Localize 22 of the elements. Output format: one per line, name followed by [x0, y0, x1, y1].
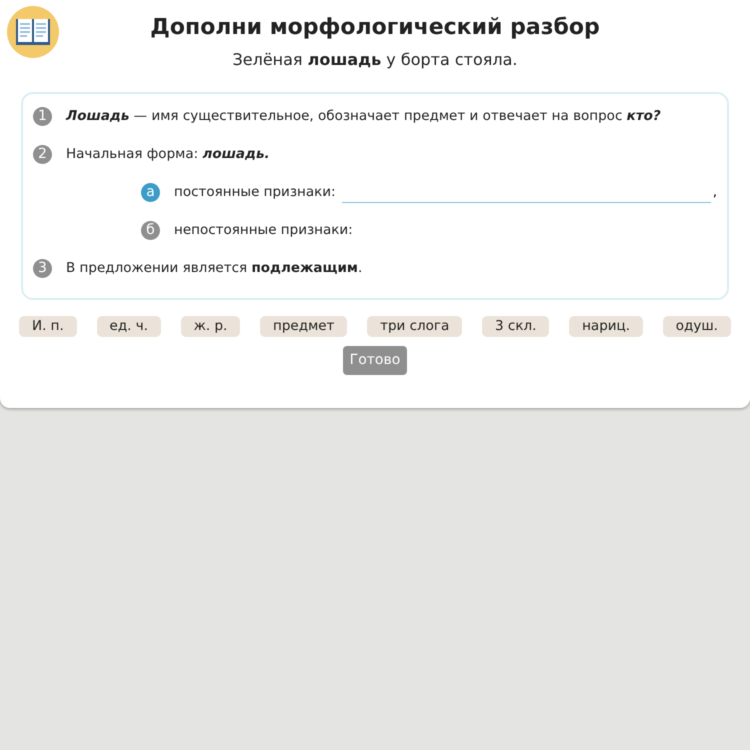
step-number: а: [141, 183, 160, 202]
word-chip[interactable]: ед. ч.: [96, 316, 162, 337]
word-chip[interactable]: одуш.: [662, 316, 731, 337]
exercise-title: Дополни морфологический разбор: [150, 14, 600, 42]
task-text: Лошадь — имя существительное, обозначает предмет и отвечает на вопрос кто?: [66, 107, 661, 126]
word-chip[interactable]: 3 скл.: [482, 316, 550, 337]
word-chip[interactable]: И. п.: [19, 316, 77, 337]
step-number: 1: [33, 107, 52, 126]
comma-text: ,: [712, 184, 717, 202]
feature-label: непостоянные признаки:: [174, 221, 353, 240]
word-chip[interactable]: ж. р.: [180, 316, 240, 337]
sentence-text: Зелёная лошадь у борта стояла.: [232, 49, 518, 71]
word-chip[interactable]: предмет: [260, 316, 348, 337]
step-number: 3: [33, 259, 52, 278]
book-icon: [7, 6, 59, 58]
feature-label: постоянные признаки:: [174, 183, 336, 202]
word-chip[interactable]: три слога: [367, 316, 462, 337]
task-text: В предложении является подлежащим.: [66, 259, 362, 278]
word-chip[interactable]: нариц.: [569, 316, 644, 337]
task-text: Начальная форма: лошадь.: [66, 145, 270, 164]
step-number: б: [141, 221, 160, 240]
step-number: 2: [33, 145, 52, 164]
